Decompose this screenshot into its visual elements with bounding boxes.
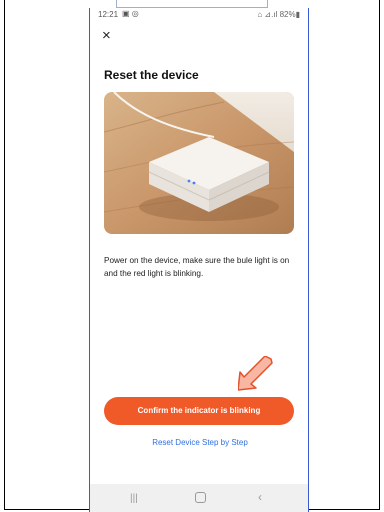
device-photo-svg — [104, 92, 294, 234]
phone-screen: 12:21 ▣ ◎ ⌂ ⊿.ıl 82%▮ × Reset the device — [89, 8, 309, 512]
back-icon[interactable]: ‹ — [258, 490, 262, 504]
device-image — [104, 92, 294, 234]
close-icon[interactable]: × — [102, 28, 118, 45]
status-bar: 12:21 ▣ ◎ ⌂ ⊿.ıl 82%▮ — [90, 8, 308, 22]
confirm-indicator-button[interactable]: Confirm the indicator is blinking — [104, 397, 294, 425]
top-strip — [116, 0, 268, 8]
home-icon[interactable] — [195, 492, 206, 503]
notification-icons: ▣ ◎ — [122, 9, 139, 18]
status-right: ⌂ ⊿.ıl 82%▮ — [257, 10, 300, 19]
recents-icon[interactable]: ||| — [130, 493, 138, 504]
instruction-text: Power on the device, make sure the bule … — [104, 256, 290, 278]
android-nav-bar: ||| ‹ — [90, 484, 308, 512]
pointer-arrow-icon — [238, 356, 273, 391]
status-time: 12:21 — [98, 10, 119, 19]
reset-step-by-step-link[interactable]: Reset Device Step by Step — [90, 438, 308, 447]
page-title: Reset the device — [104, 68, 199, 82]
